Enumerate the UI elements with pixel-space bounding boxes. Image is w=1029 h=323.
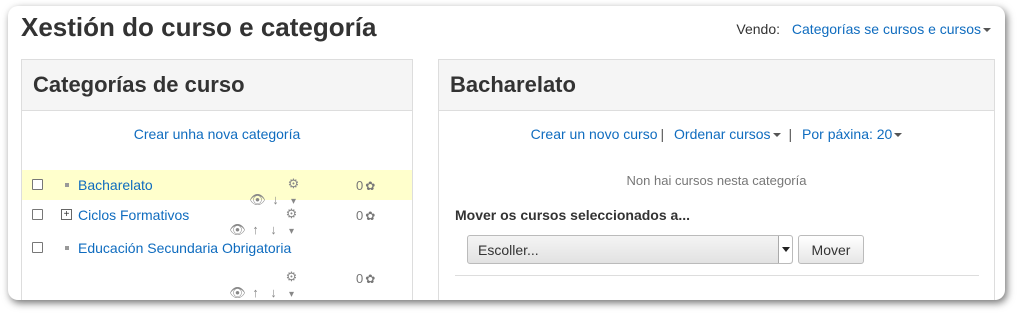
gear-icon[interactable]: ⚙▾ xyxy=(283,269,301,300)
chevron-down-icon xyxy=(772,133,781,138)
divider xyxy=(455,275,979,276)
course-count: 0 ✿ xyxy=(356,208,375,223)
categories-panel: Categorías de curso Crear unha nova cate… xyxy=(21,59,413,300)
category-row-eso[interactable]: Educación Secundaria Obrigatoria xyxy=(22,233,412,263)
course-count-value: 0 xyxy=(356,271,364,286)
category-checkbox[interactable] xyxy=(32,242,43,253)
plus-box-icon[interactable]: + xyxy=(61,209,72,220)
per-page-label: Por páxina: 20 xyxy=(802,126,893,142)
sort-courses-link[interactable]: Ordenar cursos xyxy=(674,126,781,142)
create-category-link[interactable]: Crear unha nova categoría xyxy=(134,126,301,142)
category-row-eso-actions: 👁 ↑ ↓⚙▾ 0 ✿ xyxy=(22,263,412,300)
course-count: 0 ✿ xyxy=(356,178,375,193)
course-count: 0 ✿ xyxy=(356,271,375,286)
courses-icon: ✿ xyxy=(365,179,376,193)
category-name[interactable]: Ciclos Formativos xyxy=(78,207,189,223)
viewing-selector: Vendo: Categorías se cursos e cursos xyxy=(736,21,991,37)
bullet-icon xyxy=(65,183,69,187)
category-name[interactable]: Educación Secundaria Obrigatoria xyxy=(78,240,291,256)
courses-heading: Bacharelato xyxy=(439,60,994,111)
category-row-bacharelato[interactable]: Bacharelato 👁 ↓⚙▾ 0 ✿ xyxy=(22,170,412,207)
move-target-select[interactable]: Escoller... xyxy=(467,235,793,264)
category-row-ciclos-formativos[interactable]: + Ciclos Formativos 👁 ↑ ↓⚙▾ 0 ✿ xyxy=(22,200,412,237)
courses-panel: Bacharelato Crear un novo curso | Ordenar… xyxy=(438,59,995,300)
category-checkbox[interactable] xyxy=(32,209,43,220)
courses-icon: ✿ xyxy=(365,209,376,223)
move-button[interactable]: Mover xyxy=(798,235,864,264)
move-target-value: Escoller... xyxy=(478,242,539,258)
bullet-icon xyxy=(65,246,69,250)
empty-message: Non hai cursos nesta categoría xyxy=(626,173,807,188)
separator: | xyxy=(660,126,665,142)
create-course-link[interactable]: Crear un novo curso xyxy=(531,126,658,142)
eye-icon[interactable]: 👁 xyxy=(229,285,247,300)
chevron-down-icon xyxy=(983,28,991,33)
course-actions-bar: Crear un novo curso | Ordenar cursos | Por… xyxy=(439,126,994,142)
create-category-wrap: Crear unha nova categoría xyxy=(22,126,412,142)
category-actions: 👁 ↑ ↓⚙▾ xyxy=(229,269,301,300)
management-window: Xestión do curso e categoría Vendo: Cate… xyxy=(8,6,1005,300)
chevron-down-icon[interactable] xyxy=(778,236,792,263)
sort-courses-label: Ordenar cursos xyxy=(674,126,771,142)
viewing-value: Categorías se cursos e cursos xyxy=(791,21,981,37)
page-title: Xestión do curso e categoría xyxy=(21,12,377,42)
course-count-value: 0 xyxy=(356,178,364,193)
move-courses-label: Mover os cursos seleccionados a... xyxy=(455,207,690,223)
arrow-up-icon[interactable]: ↑ xyxy=(247,285,265,300)
arrow-down-icon[interactable]: ↓ xyxy=(265,285,283,300)
category-checkbox[interactable] xyxy=(32,179,43,190)
categories-heading: Categorías de curso xyxy=(22,60,412,111)
category-name[interactable]: Bacharelato xyxy=(78,177,153,193)
viewing-dropdown[interactable]: Categorías se cursos e cursos xyxy=(792,21,991,37)
chevron-down-icon xyxy=(894,133,903,138)
courses-icon: ✿ xyxy=(365,272,376,286)
separator: | xyxy=(788,126,793,142)
viewing-label: Vendo: xyxy=(736,21,781,37)
per-page-link[interactable]: Por páxina: 20 xyxy=(802,126,903,142)
course-count-value: 0 xyxy=(356,208,364,223)
